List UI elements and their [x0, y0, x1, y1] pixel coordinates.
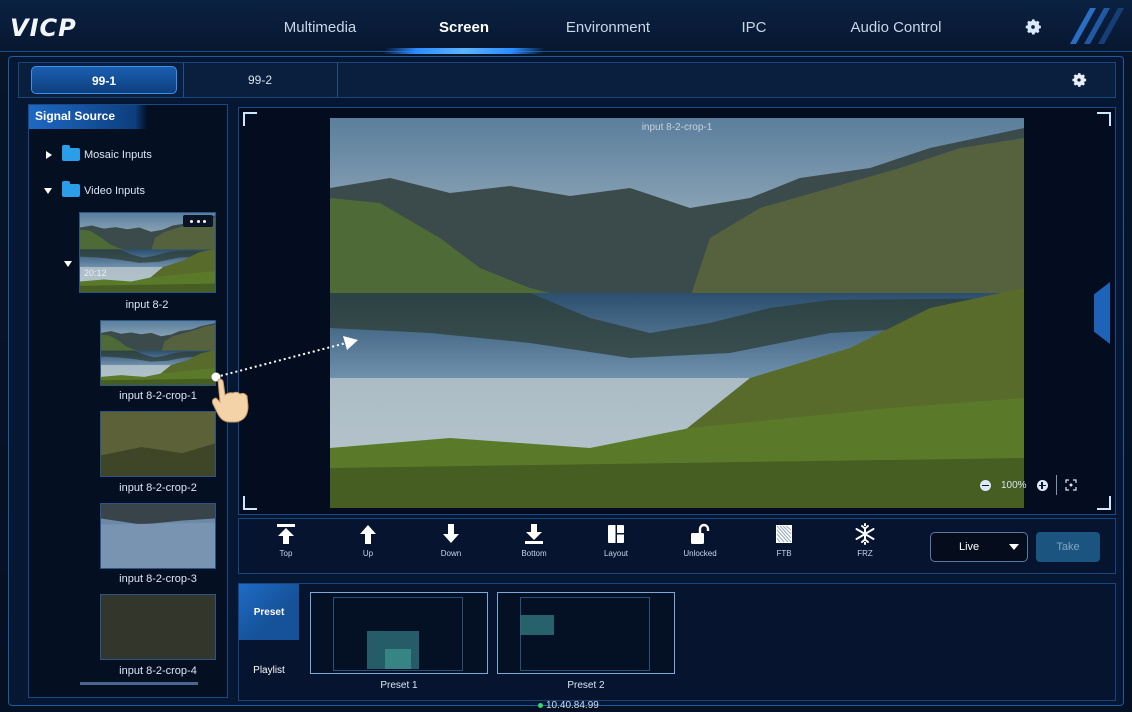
frz-button[interactable]: FRZ [835, 522, 895, 568]
tab-playlist[interactable]: Playlist [239, 642, 299, 698]
layer-label: input 8-2-crop-1 [641, 122, 713, 133]
ip-text: 10.40.84.99 [546, 700, 599, 711]
folder-label: Mosaic Inputs [84, 148, 152, 161]
zoom-control: 100% [980, 475, 1077, 495]
nav-tab-audio-control[interactable]: Audio Control [836, 8, 956, 48]
nav-tab-screen[interactable]: Screen [414, 8, 514, 48]
preset-card[interactable] [497, 592, 675, 674]
preset-label: Preset 2 [567, 680, 605, 691]
zoom-divider [1055, 475, 1057, 495]
preset-layer [385, 649, 411, 669]
crop-thumbnail[interactable] [100, 320, 216, 386]
arrow-down-icon [443, 524, 459, 543]
zoom-level: 100% [1001, 479, 1027, 491]
folder-icon [62, 181, 80, 197]
tab-screen-99-1[interactable]: 99-1 [31, 66, 177, 94]
tree-folder-video-inputs[interactable]: Video Inputs [44, 181, 145, 197]
folder-label: Video Inputs [84, 184, 145, 197]
more-dots-icon[interactable] [183, 215, 213, 227]
preset-card[interactable] [310, 592, 488, 674]
screen-tabs: 99-1 99-2 [18, 62, 1116, 98]
chevron-down-icon [1009, 544, 1019, 550]
online-status-icon [538, 703, 543, 708]
arrow-to-bottom-icon [525, 524, 543, 544]
video-frame [101, 504, 216, 569]
folder-icon [62, 145, 80, 161]
horizontal-scrollbar[interactable] [80, 682, 198, 685]
video-frame [330, 118, 1024, 508]
layer-window[interactable]: input 8-2-crop-1 [330, 118, 1024, 508]
layout-button[interactable]: Layout [586, 522, 646, 568]
timestamp: 20:12 [84, 268, 107, 278]
snowflake-icon [855, 523, 875, 545]
device-ip: 10.40.84.99 [538, 700, 599, 711]
unlocked-label: Unlocked [683, 549, 717, 558]
nav-tab-multimedia[interactable]: Multimedia [270, 8, 370, 48]
input-label: input 8-2 [125, 299, 169, 311]
caret-down-icon[interactable] [64, 261, 72, 267]
gear-icon[interactable] [1022, 16, 1044, 38]
screen-settings-gear-icon[interactable] [1064, 65, 1094, 95]
crop-label: input 8-2-crop-4 [119, 665, 197, 677]
ftb-label: FTB [776, 549, 792, 558]
zoom-out-icon[interactable] [980, 479, 991, 491]
input-thumbnail[interactable]: 20:12 [79, 212, 216, 293]
up-label: Up [362, 549, 374, 558]
arrow-to-top-icon [277, 524, 295, 544]
tree-folder-mosaic-inputs[interactable]: Mosaic Inputs [46, 145, 152, 161]
fit-screen-icon[interactable] [1064, 479, 1077, 491]
zoom-in-icon[interactable] [1036, 479, 1048, 491]
layout-label: Layout [603, 549, 629, 558]
crop-thumbnail[interactable] [100, 503, 216, 569]
bottom-label: Bottom [521, 549, 547, 558]
crop-label: input 8-2-crop-3 [119, 573, 197, 585]
signal-source-title: Signal Source [29, 105, 147, 129]
ftb-icon [776, 525, 792, 543]
arrow-up-icon [360, 525, 376, 544]
preset-layer [520, 615, 554, 635]
down-button[interactable]: Down [421, 522, 481, 568]
corner-mark [1097, 496, 1111, 510]
preset-label: Preset 1 [380, 680, 418, 691]
app-root: VICP Multimedia Screen Environment IPC A… [0, 0, 1132, 712]
tab-screen-99-2[interactable]: 99-2 [183, 66, 337, 94]
crop-label: input 8-2-crop-1 [119, 390, 197, 402]
output-mode-select[interactable]: Live [930, 532, 1028, 562]
mode-value: Live [959, 541, 980, 553]
frz-label: FRZ [857, 549, 873, 558]
nav-tab-environment[interactable]: Environment [558, 8, 658, 48]
unlock-icon [691, 523, 710, 544]
down-label: Down [440, 549, 462, 558]
corner-mark [243, 496, 257, 510]
tab-divider [337, 63, 338, 97]
layout-icon [608, 525, 624, 543]
take-button[interactable]: Take [1036, 532, 1100, 562]
unlocked-button[interactable]: Unlocked [670, 522, 730, 568]
video-frame [101, 412, 216, 477]
crop-label: input 8-2-crop-2 [119, 482, 197, 494]
corner-mark [243, 112, 257, 126]
caret-down-icon[interactable] [44, 187, 52, 194]
nav-tab-ipc[interactable]: IPC [704, 8, 804, 48]
top-label: Top [279, 549, 293, 558]
tab-preset[interactable]: Preset [239, 584, 299, 640]
app-logo: VICP [10, 14, 77, 42]
video-frame [101, 595, 216, 660]
crop-thumbnail[interactable] [100, 594, 216, 660]
corner-mark [1097, 112, 1111, 126]
top-nav-bar: VICP Multimedia Screen Environment IPC A… [0, 0, 1132, 52]
header-decoration [1070, 8, 1124, 44]
crop-thumbnail[interactable] [100, 411, 216, 477]
video-frame [101, 321, 216, 386]
ftb-button[interactable]: FTB [754, 522, 814, 568]
bottom-button[interactable]: Bottom [504, 522, 564, 568]
caret-right-icon[interactable] [46, 150, 52, 159]
top-button[interactable]: Top [256, 522, 316, 568]
up-button[interactable]: Up [338, 522, 398, 568]
